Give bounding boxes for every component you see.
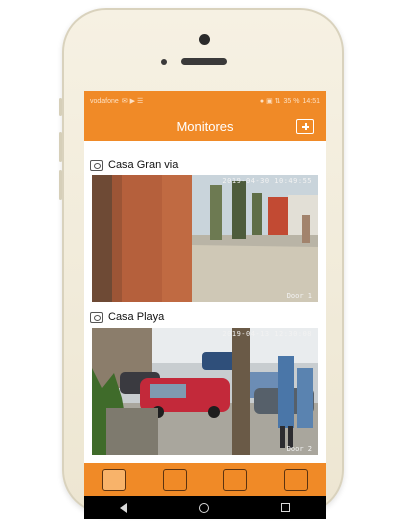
- camera-card-header[interactable]: Casa Gran via: [90, 157, 178, 173]
- app-screen: vodafone ✉ ▶ ☰ ● ▣ ⇅ 35 % 14:51 Monitore…: [84, 91, 326, 519]
- add-icon[interactable]: [296, 119, 314, 134]
- camera-image-1: [92, 175, 318, 302]
- volume-up-button: [59, 132, 62, 162]
- camera-name: Casa Playa: [108, 311, 165, 323]
- camera-timestamp: 2019-04-13 12:30:08: [222, 330, 312, 338]
- clock: 14:51: [302, 97, 320, 105]
- camera-image-2: [92, 328, 318, 455]
- camera-feed-1[interactable]: 2019-04-30 10:49:55 Door 1: [92, 175, 318, 302]
- camera-label: Door 2: [286, 445, 312, 453]
- camera-name: Casa Gran via: [108, 159, 179, 171]
- camera-icon: [90, 159, 103, 171]
- front-camera: [199, 34, 210, 45]
- carrier-name: vodafone: [90, 97, 119, 105]
- battery-level: 35 %: [283, 97, 300, 105]
- status-bar: vodafone ✉ ▶ ☰ ● ▣ ⇅ 35 % 14:51: [84, 91, 326, 111]
- page-title: Monitores: [176, 119, 234, 134]
- media-icon[interactable]: [223, 468, 248, 491]
- app-header: Monitores: [84, 111, 326, 141]
- camera-card-header[interactable]: Casa Playa: [90, 309, 164, 325]
- system-icons: ● ▣ ⇅: [259, 98, 281, 105]
- settings-icon[interactable]: [283, 468, 308, 491]
- mute-switch: [59, 98, 62, 116]
- android-nav-bar: [84, 496, 326, 519]
- back-icon[interactable]: [120, 502, 127, 513]
- camera-feed-2[interactable]: 2019-04-13 12:30:08 Door 2: [92, 328, 318, 455]
- monitor-icon[interactable]: [102, 468, 127, 491]
- earpiece-speaker: [181, 58, 227, 65]
- camera-timestamp: 2019-04-30 10:49:55: [222, 177, 312, 185]
- home-icon[interactable]: [199, 502, 209, 513]
- camera-icon: [90, 311, 103, 323]
- volume-down-button: [59, 170, 62, 200]
- notification-icons: ✉ ▶ ☰: [121, 98, 144, 105]
- call-log-icon[interactable]: [162, 468, 187, 491]
- recent-apps-icon[interactable]: [281, 503, 290, 512]
- camera-label: Door 1: [286, 292, 312, 300]
- bottom-tab-bar: [84, 463, 326, 496]
- proximity-sensor: [161, 59, 167, 65]
